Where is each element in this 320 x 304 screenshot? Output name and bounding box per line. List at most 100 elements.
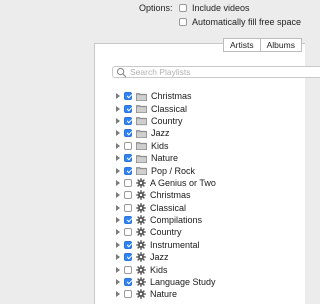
playlist-checkbox[interactable] [124,216,132,225]
disclosure-triangle-icon[interactable] [116,266,120,273]
folder-icon [136,116,147,126]
disclosure-triangle-icon[interactable] [116,93,120,100]
playlist-checkbox[interactable] [124,191,132,200]
disclosure-triangle-icon[interactable] [116,279,120,286]
playlist-checkbox[interactable] [124,92,132,101]
gear-icon [136,252,146,263]
include-videos-checkbox[interactable] [179,3,187,12]
gear-icon [136,264,146,275]
search-field[interactable] [112,66,320,78]
playlist-label: Nature [151,153,179,164]
playlist-label: Language Study [150,277,216,288]
playlist-row[interactable]: Compilations [95,214,305,226]
playlist-label: Kids [150,264,168,275]
gear-icon [136,227,146,238]
playlist-row[interactable]: Country [95,226,305,238]
playlist-label: Christmas [151,91,192,102]
playlist-label: Jazz [150,252,169,263]
tab-artists[interactable]: Artists [223,38,261,52]
playlist-label: Classical [150,202,187,213]
autofill-label: Automatically fill free space [192,16,302,27]
folder-icon [136,166,147,176]
playlist-label: Instrumental [150,239,200,250]
disclosure-triangle-icon[interactable] [116,217,120,224]
disclosure-triangle-icon[interactable] [116,241,120,248]
disclosure-triangle-icon[interactable] [116,130,120,137]
playlist-row[interactable]: Christmas [95,189,305,201]
autofill-checkbox[interactable] [179,17,187,26]
disclosure-triangle-icon[interactable] [116,254,120,261]
disclosure-triangle-icon[interactable] [116,117,120,124]
gear-icon [136,190,146,201]
playlist-row[interactable]: Jazz [95,251,305,263]
playlist-checkbox[interactable] [124,166,132,175]
playlist-row[interactable]: Instrumental [95,239,305,251]
playlist-row[interactable]: Country [95,115,305,127]
disclosure-triangle-icon[interactable] [116,291,120,298]
playlist-checkbox[interactable] [124,278,132,287]
search-icon [116,67,127,77]
playlist-label: Christmas [150,190,191,201]
playlist-checkbox[interactable] [124,253,132,262]
gear-icon [136,240,146,250]
autofill-option[interactable]: Automatically fill free space [179,16,301,27]
playlist-checkbox[interactable] [124,104,132,113]
playlist-checkbox[interactable] [124,154,132,163]
folder-icon [136,104,147,114]
playlist-label: Pop / Rock [151,165,196,176]
gear-icon [136,178,146,188]
include-videos-label: Include videos [192,2,250,13]
search-input[interactable] [130,67,290,77]
disclosure-triangle-icon[interactable] [116,142,120,149]
playlist-checkbox[interactable] [124,203,132,212]
playlist-row[interactable]: Nature [95,288,305,300]
playlist-row[interactable]: Christmas [95,90,305,102]
disclosure-triangle-icon[interactable] [116,192,120,199]
playlist-checkbox[interactable] [124,290,132,299]
disclosure-triangle-icon[interactable] [116,105,120,112]
playlist-row[interactable]: Classical [95,202,305,214]
gear-icon [136,277,146,287]
playlist-row[interactable]: Kids [95,263,305,275]
gear-icon [136,202,146,213]
playlist-checkbox[interactable] [124,228,132,237]
playlist-checkbox[interactable] [124,116,132,125]
playlist-label: Country [150,227,182,238]
playlist-label: Country [151,115,183,126]
tab-albums[interactable]: Albums [260,38,302,52]
playlist-row[interactable]: Language Study [95,276,305,288]
playlist-row[interactable]: Pop / Rock [95,164,305,176]
gear-icon [136,215,146,225]
playlist-row[interactable]: A Genius or Two [95,177,305,189]
playlist-label: Kids [151,140,169,151]
playlist-row[interactable]: Classical [95,102,305,114]
tab-bar: Artists Albums [223,38,302,52]
playlist-label: Compilations [150,215,203,226]
disclosure-triangle-icon[interactable] [116,229,120,236]
include-videos-option[interactable]: Include videos [179,2,250,13]
playlist-checkbox[interactable] [124,141,132,150]
disclosure-triangle-icon[interactable] [116,204,120,211]
disclosure-triangle-icon[interactable] [116,179,120,186]
folder-icon [136,129,147,138]
folder-icon [136,154,147,163]
playlist-checkbox[interactable] [124,129,132,138]
playlist-checkbox[interactable] [124,265,132,274]
gear-icon [136,289,146,300]
playlist-label: A Genius or Two [150,177,216,188]
options-label: Options: [139,3,173,13]
sync-options: Options: Include videos Automatically fi… [0,0,301,40]
playlist-label: Nature [150,289,178,300]
playlist-checkbox[interactable] [124,240,132,249]
playlist-checkbox[interactable] [124,178,132,187]
playlist-row[interactable]: Kids [95,140,305,152]
playlist-list: Christmas Classical Country Jazz Kids Nature P… [95,90,305,301]
folder-icon [136,92,147,101]
folder-icon [136,141,147,151]
playlist-row[interactable]: Jazz [95,127,305,139]
disclosure-triangle-icon[interactable] [116,155,120,162]
playlist-label: Classical [151,103,188,114]
disclosure-triangle-icon[interactable] [116,167,120,174]
playlist-row[interactable]: Nature [95,152,305,164]
playlists-panel: Artists Albums ChristmasClassicalCountry… [94,38,320,304]
